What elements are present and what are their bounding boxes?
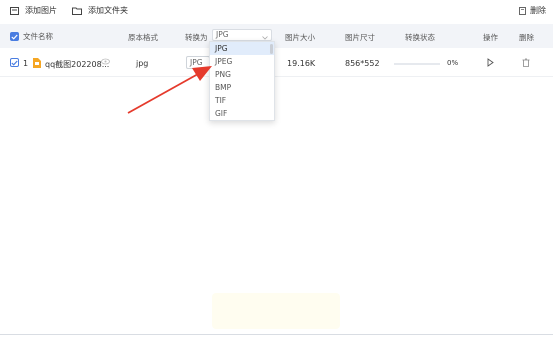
- add-folder-label: 添加文件夹: [88, 6, 128, 15]
- select-all-checkbox[interactable]: [10, 32, 19, 41]
- progress-bar: [394, 63, 440, 65]
- header-size: 图片大小: [285, 33, 315, 42]
- row-index: 1: [23, 59, 29, 68]
- row-dimensions: 856*552: [345, 59, 380, 68]
- trash-icon: [519, 6, 526, 15]
- row-filename: qq截图202208...: [45, 60, 110, 69]
- delete-all-button[interactable]: 删除: [519, 5, 546, 16]
- row-size: 19.16K: [287, 59, 316, 68]
- dropdown-scrollbar[interactable]: [270, 44, 273, 54]
- header-orig-format: 原本格式: [128, 33, 158, 42]
- header-convert-to: 转换为: [185, 33, 208, 42]
- image-file-icon: [33, 58, 41, 70]
- image-icon: [10, 6, 19, 15]
- option-jpg[interactable]: JPG: [210, 42, 274, 55]
- footer-divider: [0, 334, 553, 335]
- folder-icon: [72, 7, 82, 15]
- header-action: 操作: [483, 33, 498, 42]
- add-folder-button[interactable]: 添加文件夹: [72, 5, 128, 16]
- header-filename: 文件名称: [10, 31, 53, 42]
- header-status: 转换状态: [405, 33, 435, 42]
- play-icon[interactable]: [487, 58, 494, 69]
- row-checkbox-wrap: [10, 58, 19, 67]
- delete-all-label: 删除: [530, 6, 546, 15]
- header-delete: 删除: [519, 33, 534, 42]
- toolbar: 添加图片 添加文件夹 删除: [0, 0, 553, 22]
- annotation-arrow: [127, 66, 212, 114]
- add-image-button[interactable]: 添加图片: [10, 5, 57, 16]
- trash-icon[interactable]: [522, 58, 530, 69]
- table-row[interactable]: 1 qq截图202208... jpg 19.16K 856*552 0%: [0, 50, 553, 77]
- convert-button-area[interactable]: [212, 293, 340, 329]
- table-header: 文件名称 原本格式 转换为 图片大小 图片尺寸 转换状态 操作 删除: [0, 24, 553, 48]
- header-dimensions: 图片尺寸: [345, 33, 375, 42]
- add-image-label: 添加图片: [25, 6, 57, 15]
- row-checkbox[interactable]: [10, 58, 19, 67]
- row-progress-text: 0%: [447, 59, 459, 67]
- convert-format-select[interactable]: JPG: [212, 29, 272, 41]
- header-filename-label: 文件名称: [23, 32, 53, 41]
- eye-icon[interactable]: [101, 58, 110, 67]
- convert-format-value: JPG: [216, 30, 229, 39]
